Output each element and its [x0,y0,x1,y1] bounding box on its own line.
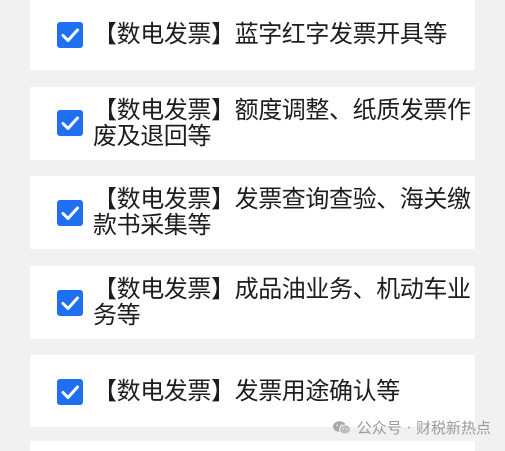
list-item-label: 【数电发票】成品油业务、机动车业务等 [93,275,471,329]
list-item-label: 【数电发票】额度调整、纸质发票作废及退回等 [93,96,471,150]
checkbox-checked[interactable] [57,290,83,316]
list-item-label: 【数电发票】蓝字红字发票开具等 [93,20,447,48]
list-item[interactable]: 【数电发票】额度调整、纸质发票作废及退回等 [30,87,475,160]
watermark-text: 公众号 · 财税新热点 [356,419,491,437]
checkmark-icon [61,296,79,310]
checkbox-checked[interactable] [57,110,83,136]
list-item-label: 【数电发票】发票查询查验、海关缴款书采集等 [93,185,471,239]
list-item-partial [30,441,475,451]
checkbox-checked[interactable] [57,200,83,226]
list-item[interactable]: 【数电发票】发票查询查验、海关缴款书采集等 [30,176,475,249]
checkbox-checked[interactable] [57,22,83,48]
checkmark-icon [61,206,79,220]
list-item-label: 【数电发票】发票用途确认等 [93,377,400,405]
watermark: 公众号 · 财税新热点 [332,417,491,438]
list-item[interactable]: 【数电发票】蓝字红字发票开具等 [30,0,475,70]
checkbox-checked[interactable] [57,379,83,405]
wechat-icon [332,420,352,436]
permission-list: 【数电发票】蓝字红字发票开具等 【数电发票】额度调整、纸质发票作废及退回等 【数… [0,0,505,451]
list-item[interactable]: 【数电发票】成品油业务、机动车业务等 [30,266,475,339]
checkmark-icon [61,116,79,130]
checkmark-icon [61,28,79,42]
checkmark-icon [61,385,79,399]
